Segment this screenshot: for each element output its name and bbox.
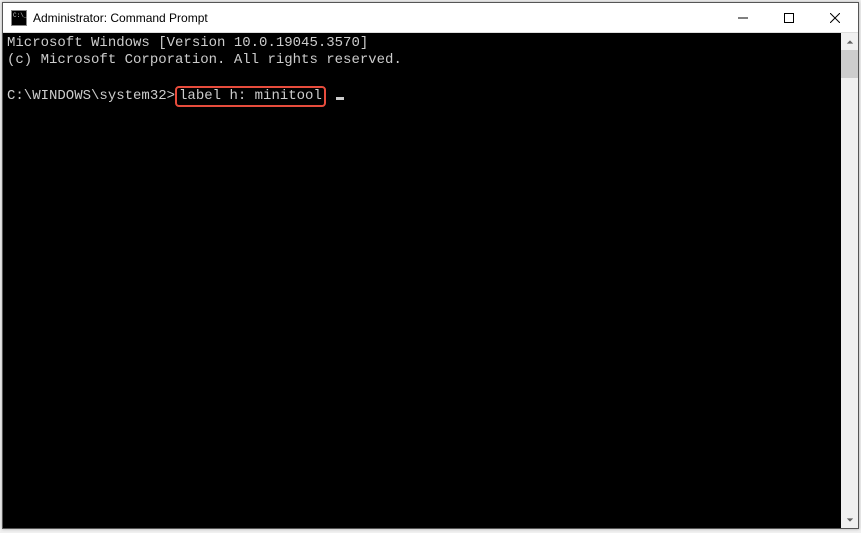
chevron-down-icon [846, 516, 854, 524]
copyright-line: (c) Microsoft Corporation. All rights re… [7, 52, 402, 68]
maximize-button[interactable] [766, 3, 812, 32]
scroll-down-button[interactable] [841, 511, 858, 528]
cmd-icon [11, 10, 27, 26]
close-button[interactable] [812, 3, 858, 32]
titlebar[interactable]: Administrator: Command Prompt [3, 3, 858, 33]
scroll-up-button[interactable] [841, 33, 858, 50]
command-prompt-window: Administrator: Command Prompt Microsoft … [2, 2, 859, 529]
scroll-thumb[interactable] [841, 50, 858, 78]
version-line: Microsoft Windows [Version 10.0.19045.35… [7, 35, 368, 51]
window-controls [720, 3, 858, 32]
client-area: Microsoft Windows [Version 10.0.19045.35… [3, 33, 858, 528]
command-text: label h: minitool [179, 88, 322, 104]
minimize-button[interactable] [720, 3, 766, 32]
prompt-text: C:\WINDOWS\system32> [7, 88, 175, 104]
chevron-up-icon [846, 38, 854, 46]
close-icon [830, 13, 840, 23]
window-title: Administrator: Command Prompt [33, 11, 720, 25]
vertical-scrollbar[interactable] [841, 33, 858, 528]
maximize-icon [784, 13, 794, 23]
minimize-icon [738, 13, 748, 23]
scroll-track[interactable] [841, 50, 858, 511]
command-highlight: label h: minitool [175, 86, 326, 107]
text-cursor [336, 97, 344, 100]
terminal-output[interactable]: Microsoft Windows [Version 10.0.19045.35… [3, 33, 841, 528]
